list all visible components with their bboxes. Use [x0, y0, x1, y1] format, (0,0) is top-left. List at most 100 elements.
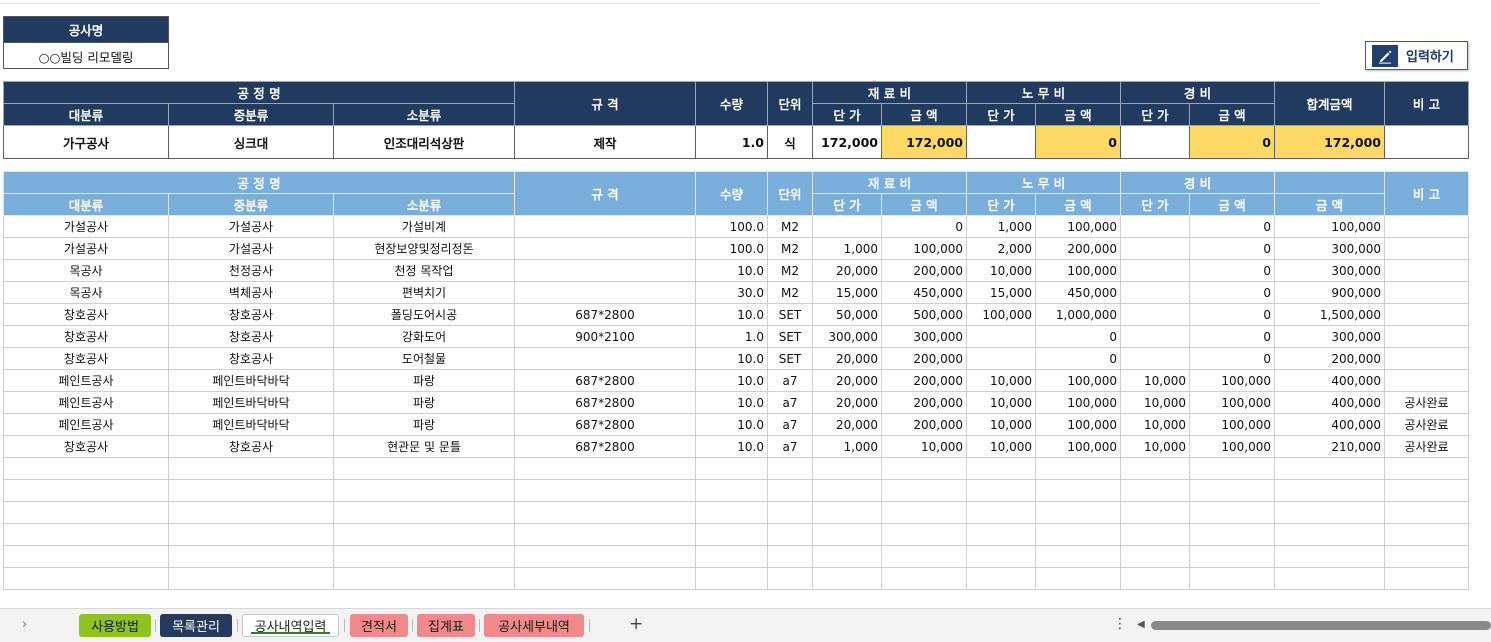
note-cell[interactable]: 공사완료 [1384, 391, 1469, 414]
total-cell[interactable] [1274, 479, 1385, 502]
total-cell[interactable]: 300,000 [1274, 325, 1385, 348]
lab-amount-cell[interactable] [1035, 479, 1121, 502]
lab-amount-cell[interactable] [1035, 457, 1121, 480]
exp-price-cell[interactable] [1120, 457, 1190, 480]
major-cell[interactable]: 페인트공사 [3, 413, 169, 436]
middle-cell[interactable]: 페인트바닥바닥 [168, 369, 334, 392]
mat-price-cell[interactable] [812, 479, 882, 502]
summary-major-cell[interactable]: 가구공사 [3, 125, 169, 159]
lab-price-cell[interactable] [966, 567, 1036, 590]
lab-price-cell[interactable] [966, 457, 1036, 480]
mat-amount-cell[interactable]: 200,000 [881, 369, 967, 392]
exp-amount-cell[interactable]: 0 [1189, 325, 1275, 348]
mat-amount-cell[interactable]: 200,000 [881, 259, 967, 282]
spec-cell[interactable] [514, 567, 696, 590]
spec-cell[interactable] [514, 501, 696, 524]
lab-amount-cell[interactable]: 1,000,000 [1035, 303, 1121, 326]
lab-price-cell[interactable] [966, 479, 1036, 502]
lab-amount-cell[interactable]: 100,000 [1035, 435, 1121, 458]
lab-price-cell[interactable]: 15,000 [966, 281, 1036, 304]
middle-cell[interactable]: 창호공사 [168, 325, 334, 348]
note-cell[interactable] [1384, 369, 1469, 392]
lab-price-cell[interactable]: 10,000 [966, 435, 1036, 458]
mat-amount-cell[interactable] [881, 545, 967, 568]
mat-price-cell[interactable]: 20,000 [812, 259, 882, 282]
unit-cell[interactable]: SET [767, 303, 813, 326]
minor-cell[interactable]: 가설비계 [333, 215, 515, 238]
exp-price-cell[interactable] [1120, 545, 1190, 568]
exp-amount-cell[interactable] [1189, 501, 1275, 524]
total-cell[interactable]: 300,000 [1274, 237, 1385, 260]
unit-cell[interactable]: a7 [767, 391, 813, 414]
qty-cell[interactable]: 10.0 [695, 303, 768, 326]
mat-price-cell[interactable]: 20,000 [812, 347, 882, 370]
middle-cell[interactable] [168, 457, 334, 480]
mat-amount-cell[interactable]: 500,000 [881, 303, 967, 326]
unit-cell[interactable]: SET [767, 347, 813, 370]
summary-middle-cell[interactable]: 싱크대 [168, 125, 334, 159]
unit-cell[interactable] [767, 545, 813, 568]
mat-price-cell[interactable]: 1,000 [812, 237, 882, 260]
lab-price-cell[interactable]: 10,000 [966, 413, 1036, 436]
note-cell[interactable]: 공사완료 [1384, 435, 1469, 458]
mat-price-cell[interactable]: 15,000 [812, 281, 882, 304]
lab-amount-cell[interactable]: 450,000 [1035, 281, 1121, 304]
total-cell[interactable] [1274, 501, 1385, 524]
exp-amount-cell[interactable]: 100,000 [1189, 413, 1275, 436]
mat-price-cell[interactable]: 1,000 [812, 435, 882, 458]
qty-cell[interactable]: 100.0 [695, 237, 768, 260]
note-cell[interactable] [1384, 523, 1469, 546]
qty-cell[interactable] [695, 457, 768, 480]
note-cell[interactable] [1384, 479, 1469, 502]
exp-price-cell[interactable] [1120, 523, 1190, 546]
plus-icon[interactable]: + [629, 614, 643, 634]
exp-amount-cell[interactable]: 0 [1189, 281, 1275, 304]
exp-price-cell[interactable] [1120, 567, 1190, 590]
mat-price-cell[interactable]: 50,000 [812, 303, 882, 326]
middle-cell[interactable]: 가설공사 [168, 215, 334, 238]
mat-price-cell[interactable] [812, 501, 882, 524]
exp-amount-cell[interactable]: 100,000 [1189, 391, 1275, 414]
spec-cell[interactable] [514, 237, 696, 260]
lab-price-cell[interactable]: 10,000 [966, 259, 1036, 282]
minor-cell[interactable]: 편벽치기 [333, 281, 515, 304]
lab-amount-cell[interactable]: 0 [1035, 347, 1121, 370]
spec-cell[interactable] [514, 347, 696, 370]
spec-cell[interactable] [514, 479, 696, 502]
lab-price-cell[interactable]: 1,000 [966, 215, 1036, 238]
lab-price-cell[interactable] [966, 325, 1036, 348]
unit-cell[interactable] [767, 479, 813, 502]
lab-amount-cell[interactable]: 100,000 [1035, 259, 1121, 282]
mat-amount-cell[interactable]: 200,000 [881, 347, 967, 370]
mat-amount-cell[interactable]: 200,000 [881, 413, 967, 436]
note-cell[interactable] [1384, 347, 1469, 370]
unit-cell[interactable] [767, 501, 813, 524]
note-cell[interactable] [1384, 325, 1469, 348]
middle-cell[interactable]: 창호공사 [168, 347, 334, 370]
exp-price-cell[interactable] [1120, 325, 1190, 348]
exp-amount-cell[interactable] [1189, 457, 1275, 480]
lab-price-cell[interactable] [966, 347, 1036, 370]
lab-amount-cell[interactable] [1035, 545, 1121, 568]
mat-price-cell[interactable] [812, 545, 882, 568]
exp-price-cell[interactable] [1120, 237, 1190, 260]
minor-cell[interactable] [333, 523, 515, 546]
minor-cell[interactable] [333, 567, 515, 590]
lab-amount-cell[interactable]: 100,000 [1035, 369, 1121, 392]
mat-price-cell[interactable]: 20,000 [812, 369, 882, 392]
mat-price-cell[interactable] [812, 523, 882, 546]
mat-amount-cell[interactable]: 0 [881, 215, 967, 238]
note-cell[interactable] [1384, 259, 1469, 282]
exp-amount-cell[interactable]: 100,000 [1189, 435, 1275, 458]
major-cell[interactable]: 가설공사 [3, 237, 169, 260]
lab-amount-cell[interactable] [1035, 567, 1121, 590]
minor-cell[interactable]: 파랑 [333, 391, 515, 414]
total-cell[interactable]: 400,000 [1274, 369, 1385, 392]
major-cell[interactable]: 창호공사 [3, 435, 169, 458]
spec-cell[interactable]: 687*2800 [514, 391, 696, 414]
tab-estimate[interactable]: 견적서 [350, 614, 408, 637]
horizontal-scrollbar[interactable] [1151, 621, 1491, 630]
mat-amount-cell[interactable] [881, 523, 967, 546]
lab-price-cell[interactable]: 2,000 [966, 237, 1036, 260]
total-cell[interactable]: 100,000 [1274, 215, 1385, 238]
